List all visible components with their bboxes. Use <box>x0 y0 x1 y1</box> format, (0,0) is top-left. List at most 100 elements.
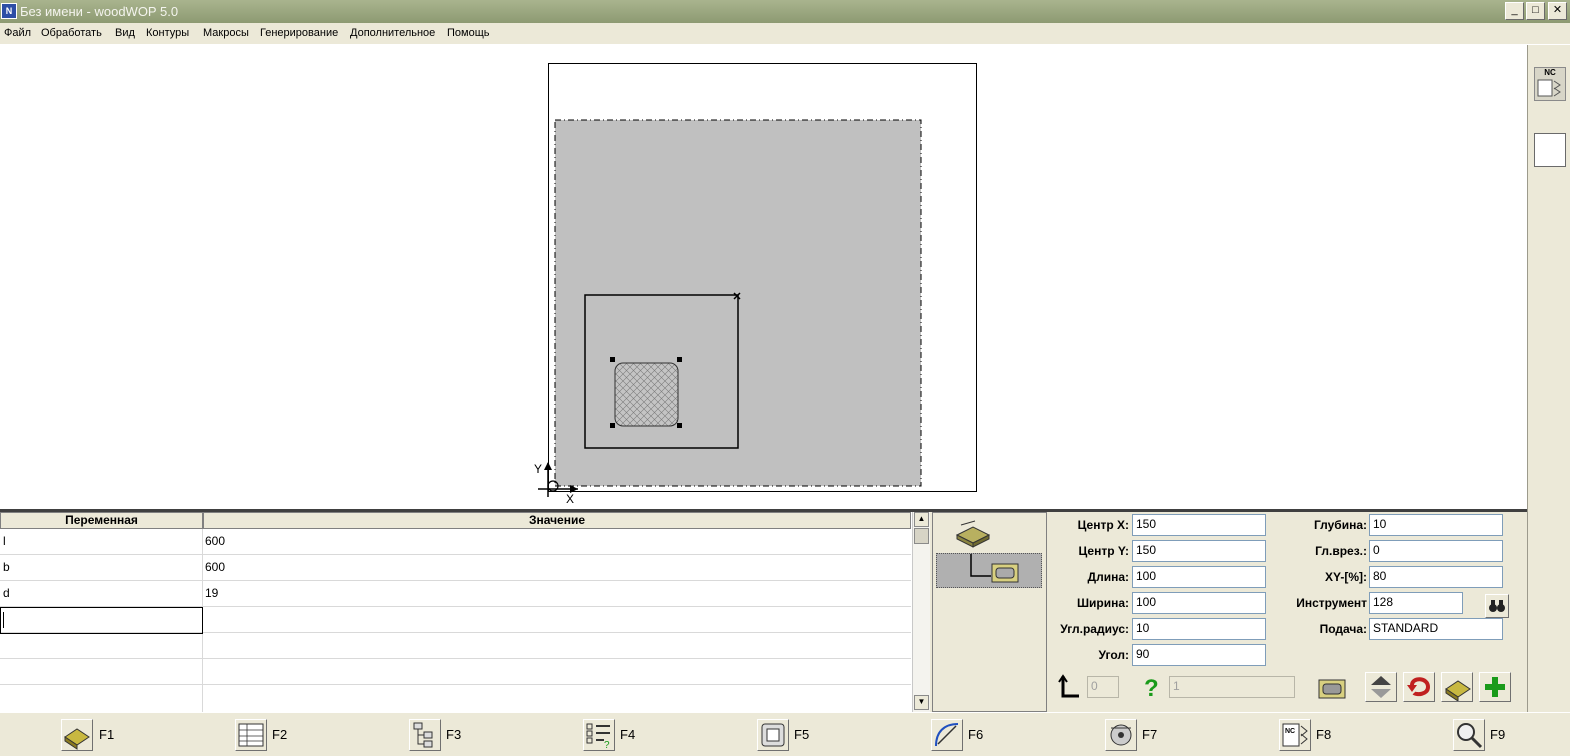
minimize-button[interactable]: _ <box>1505 2 1524 20</box>
menu-file[interactable]: Файл <box>4 27 31 39</box>
label-feed: Подача: <box>1319 622 1367 636</box>
function-key-bar: F1 F2 F3 ? F4 F5 F6 F7 NC F8 F9 <box>0 712 1570 756</box>
variables-table: Переменная Значение l 600 b 600 d 19 ▲ ▼ <box>0 512 930 712</box>
label-depth: Глубина: <box>1313 518 1367 532</box>
undo-icon[interactable] <box>1403 672 1435 702</box>
f5-label[interactable]: F5 <box>794 727 809 742</box>
scroll-down-arrow-icon[interactable]: ▼ <box>914 695 929 710</box>
variable-name[interactable]: l <box>3 534 6 548</box>
variable-name[interactable]: b <box>3 560 10 574</box>
f4-list-icon[interactable]: ? <box>583 719 615 751</box>
corner-radius-field[interactable]: 10 <box>1132 618 1266 640</box>
table-row[interactable] <box>0 633 911 659</box>
view-toggle-button[interactable] <box>1534 133 1566 167</box>
selection-handle <box>677 357 682 362</box>
selection-handle <box>610 423 615 428</box>
depth-field[interactable]: 10 <box>1369 514 1503 536</box>
center-y-field[interactable]: 150 <box>1132 540 1266 562</box>
variable-value[interactable]: 600 <box>205 534 225 548</box>
menu-view[interactable]: Вид <box>115 27 135 39</box>
table-row[interactable]: l 600 <box>0 529 911 555</box>
scroll-up-arrow-icon[interactable]: ▲ <box>914 512 929 527</box>
f9-label[interactable]: F9 <box>1490 727 1505 742</box>
f3-tree-icon[interactable] <box>409 719 441 751</box>
menu-additional[interactable]: Дополнительное <box>350 27 435 39</box>
workpiece-node-icon[interactable] <box>953 517 1013 553</box>
scroll-thumb[interactable] <box>914 528 929 544</box>
feed-field[interactable]: STANDARD <box>1369 618 1503 640</box>
variable-name[interactable]: d <box>3 586 10 600</box>
vertical-scrollbar[interactable]: ▲ ▼ <box>912 512 930 712</box>
table-row[interactable] <box>0 659 911 685</box>
label-angle: Угол: <box>1098 648 1130 662</box>
f5-machine-icon[interactable] <box>757 719 789 751</box>
plunge-depth-field[interactable]: 0 <box>1369 540 1503 562</box>
f3-label[interactable]: F3 <box>446 727 461 742</box>
workpiece-drawing[interactable]: Y X <box>0 45 1527 509</box>
window-title: Без имени - woodWOP 5.0 <box>20 4 179 19</box>
axis-y-label: Y <box>534 462 542 476</box>
xy-percent-field[interactable]: 80 <box>1369 566 1503 588</box>
f7-saw-icon[interactable] <box>1105 719 1137 751</box>
table-row[interactable] <box>0 685 911 711</box>
reference-field: 0 <box>1087 676 1119 698</box>
add-icon[interactable] <box>1479 672 1511 702</box>
label-length: Длина: <box>1087 570 1129 584</box>
f8-label[interactable]: F8 <box>1316 727 1331 742</box>
move-up-down-button[interactable] <box>1365 672 1397 702</box>
f7-label[interactable]: F7 <box>1142 727 1157 742</box>
nc-icon-label: NC <box>1544 68 1556 77</box>
f6-arc-tool-icon[interactable] <box>931 719 963 751</box>
svg-text:NC: NC <box>1285 728 1295 735</box>
angle-field[interactable]: 90 <box>1132 644 1266 666</box>
f2-table-icon[interactable] <box>235 719 267 751</box>
f6-label[interactable]: F6 <box>968 727 983 742</box>
menu-help[interactable]: Помощь <box>447 27 490 39</box>
f4-label[interactable]: F4 <box>620 727 635 742</box>
width-field[interactable]: 100 <box>1132 592 1266 614</box>
label-plunge-depth: Гл.врез.: <box>1315 544 1367 558</box>
f9-magnifier-icon[interactable] <box>1453 719 1485 751</box>
label-center-x: Центр X: <box>1077 518 1129 532</box>
menu-contours[interactable]: Контуры <box>146 27 189 39</box>
table-row[interactable]: d 19 <box>0 581 911 607</box>
axis-corner-icon[interactable] <box>1057 674 1083 702</box>
label-center-y: Центр Y: <box>1078 544 1129 558</box>
pocket-macro-icon[interactable] <box>1317 677 1347 701</box>
center-x-field[interactable]: 150 <box>1132 514 1266 536</box>
woodwop-app-icon[interactable]: N <box>1 3 17 19</box>
table-row[interactable]: b 600 <box>0 555 911 581</box>
column-header-variable[interactable]: Переменная <box>0 512 203 529</box>
length-field[interactable]: 100 <box>1132 566 1266 588</box>
close-button[interactable]: ✕ <box>1548 2 1567 20</box>
label-tool: Инструмент <box>1296 596 1367 610</box>
selection-handle <box>610 357 615 362</box>
column-header-value[interactable]: Значение <box>203 512 911 529</box>
drawing-canvas[interactable]: Y X <box>0 45 1527 509</box>
svg-text:?: ? <box>604 740 610 750</box>
f8-nc-icon[interactable]: NC <box>1279 719 1311 751</box>
menu-process[interactable]: Обработать <box>41 27 102 39</box>
help-question-icon[interactable]: ? <box>1141 674 1163 702</box>
selection-handle <box>677 423 682 428</box>
binoculars-icon[interactable] <box>1485 594 1509 618</box>
menu-bar: Файл Обработать Вид Контуры Макросы Гене… <box>0 23 1570 45</box>
operation-tree <box>932 512 1047 712</box>
f1-label[interactable]: F1 <box>99 727 114 742</box>
maximize-button[interactable]: □ <box>1526 2 1545 20</box>
menu-macros[interactable]: Макросы <box>203 27 249 39</box>
tree-item-pocket[interactable] <box>936 553 1042 588</box>
f1-book-icon[interactable] <box>61 719 93 751</box>
variable-value[interactable]: 600 <box>205 560 225 574</box>
apply-book-icon[interactable] <box>1441 672 1473 702</box>
variable-value[interactable]: 19 <box>205 586 218 600</box>
menu-generate[interactable]: Генерирование <box>260 27 338 39</box>
f2-label[interactable]: F2 <box>272 727 287 742</box>
title-bar: N Без имени - woodWOP 5.0 _ □ ✕ <box>0 0 1570 23</box>
pocket-shape <box>614 362 679 427</box>
tool-field[interactable]: 128 <box>1369 592 1463 614</box>
active-cell-editor[interactable] <box>0 607 203 634</box>
properties-panel: Центр X: 150 Центр Y: 150 Длина: 100 Шир… <box>1047 512 1527 712</box>
nc-icon[interactable]: NC <box>1534 67 1566 101</box>
svg-text:?: ? <box>1144 675 1159 702</box>
